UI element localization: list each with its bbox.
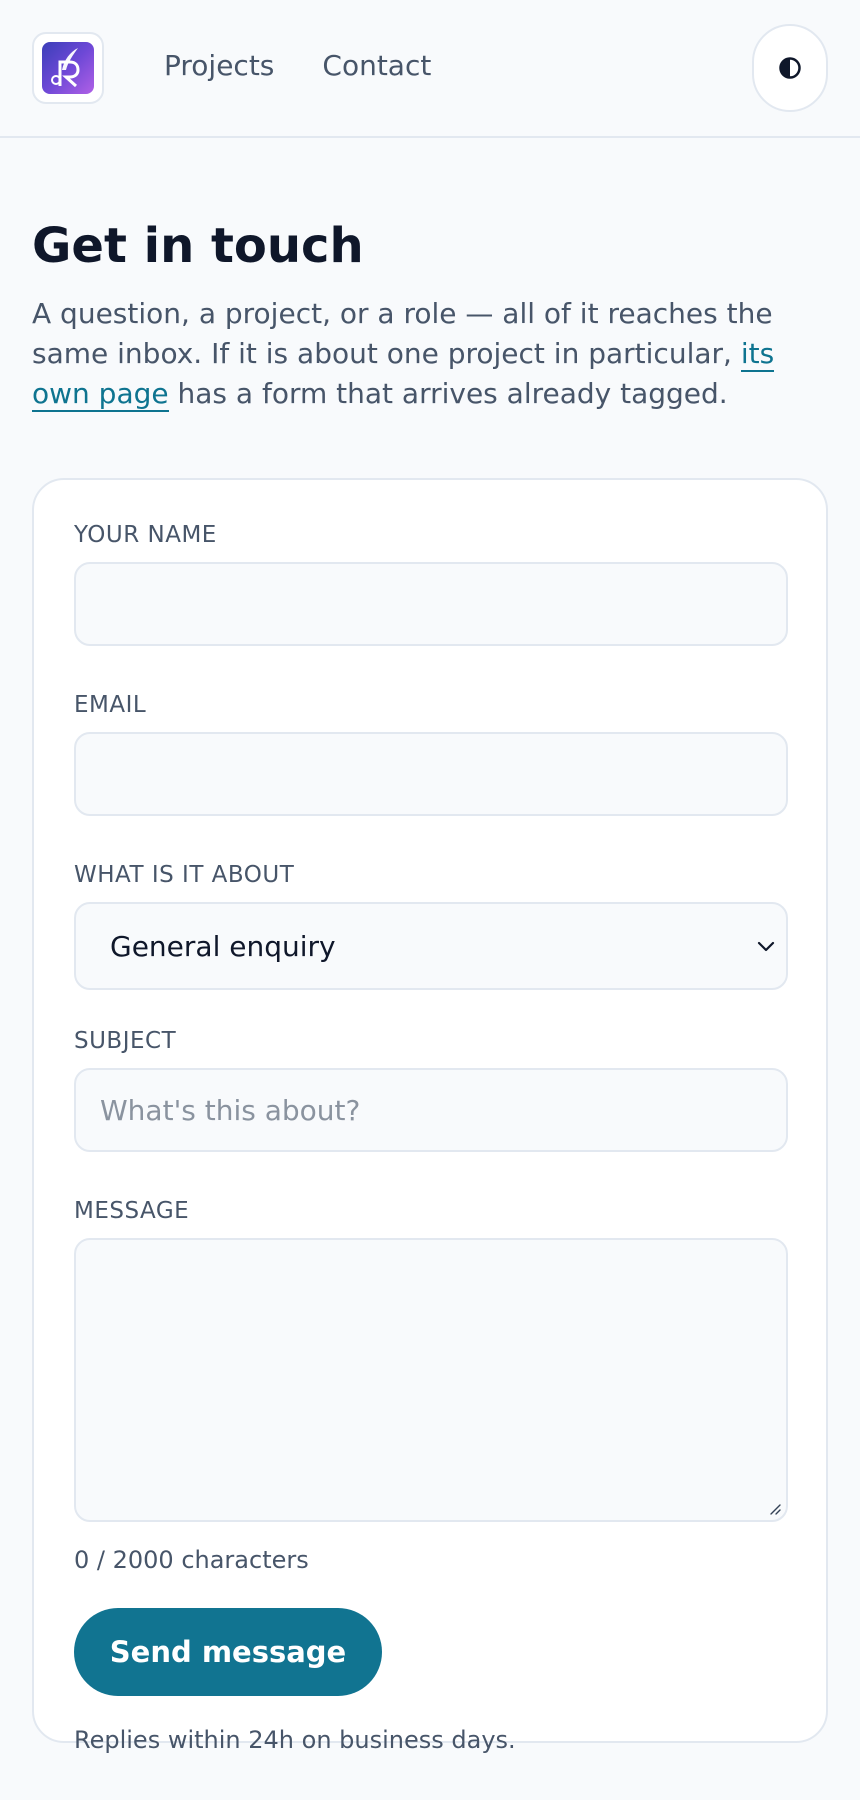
message-textarea[interactable] [74, 1238, 788, 1522]
nav-projects[interactable]: Projects [164, 46, 274, 86]
contrast-icon [779, 57, 801, 79]
logo[interactable] [32, 32, 104, 104]
subject-label: SUBJECT [74, 1028, 177, 1054]
intro-text-start: A question, a project, or a role — all o… [32, 297, 773, 370]
email-input[interactable] [74, 732, 788, 816]
nav-contact[interactable]: Contact [322, 46, 431, 86]
chevron-down-icon [757, 941, 775, 952]
email-label: EMAIL [74, 692, 147, 718]
message-label: MESSAGE [74, 1198, 190, 1224]
intro-text-end: has a form that arrives already tagged. [168, 377, 728, 410]
intro-text: A question, a project, or a role — all o… [32, 294, 812, 414]
resize-handle-icon[interactable] [766, 1500, 782, 1516]
send-message-button[interactable]: Send message [74, 1608, 382, 1696]
topic-select[interactable]: General enquiry [74, 902, 788, 990]
site-header: Projects Contact [0, 0, 860, 138]
name-input[interactable] [74, 562, 788, 646]
contact-form: YOUR NAME EMAIL WHAT IS IT ABOUT General… [32, 478, 828, 1754]
main-nav: Projects Contact [164, 46, 431, 86]
name-label: YOUR NAME [74, 522, 217, 548]
logo-quill-icon [42, 42, 94, 94]
reply-time-note: Replies within 24h on business days. [74, 1726, 516, 1754]
character-counter: 0 / 2000 characters [74, 1546, 309, 1574]
topic-label: WHAT IS IT ABOUT [74, 862, 295, 888]
page-title: Get in touch [32, 218, 364, 274]
main-content: Get in touch A question, a project, or a… [0, 218, 860, 1754]
topic-selected-value: General enquiry [110, 929, 336, 963]
theme-toggle-button[interactable] [752, 24, 828, 112]
subject-input[interactable] [74, 1068, 788, 1152]
